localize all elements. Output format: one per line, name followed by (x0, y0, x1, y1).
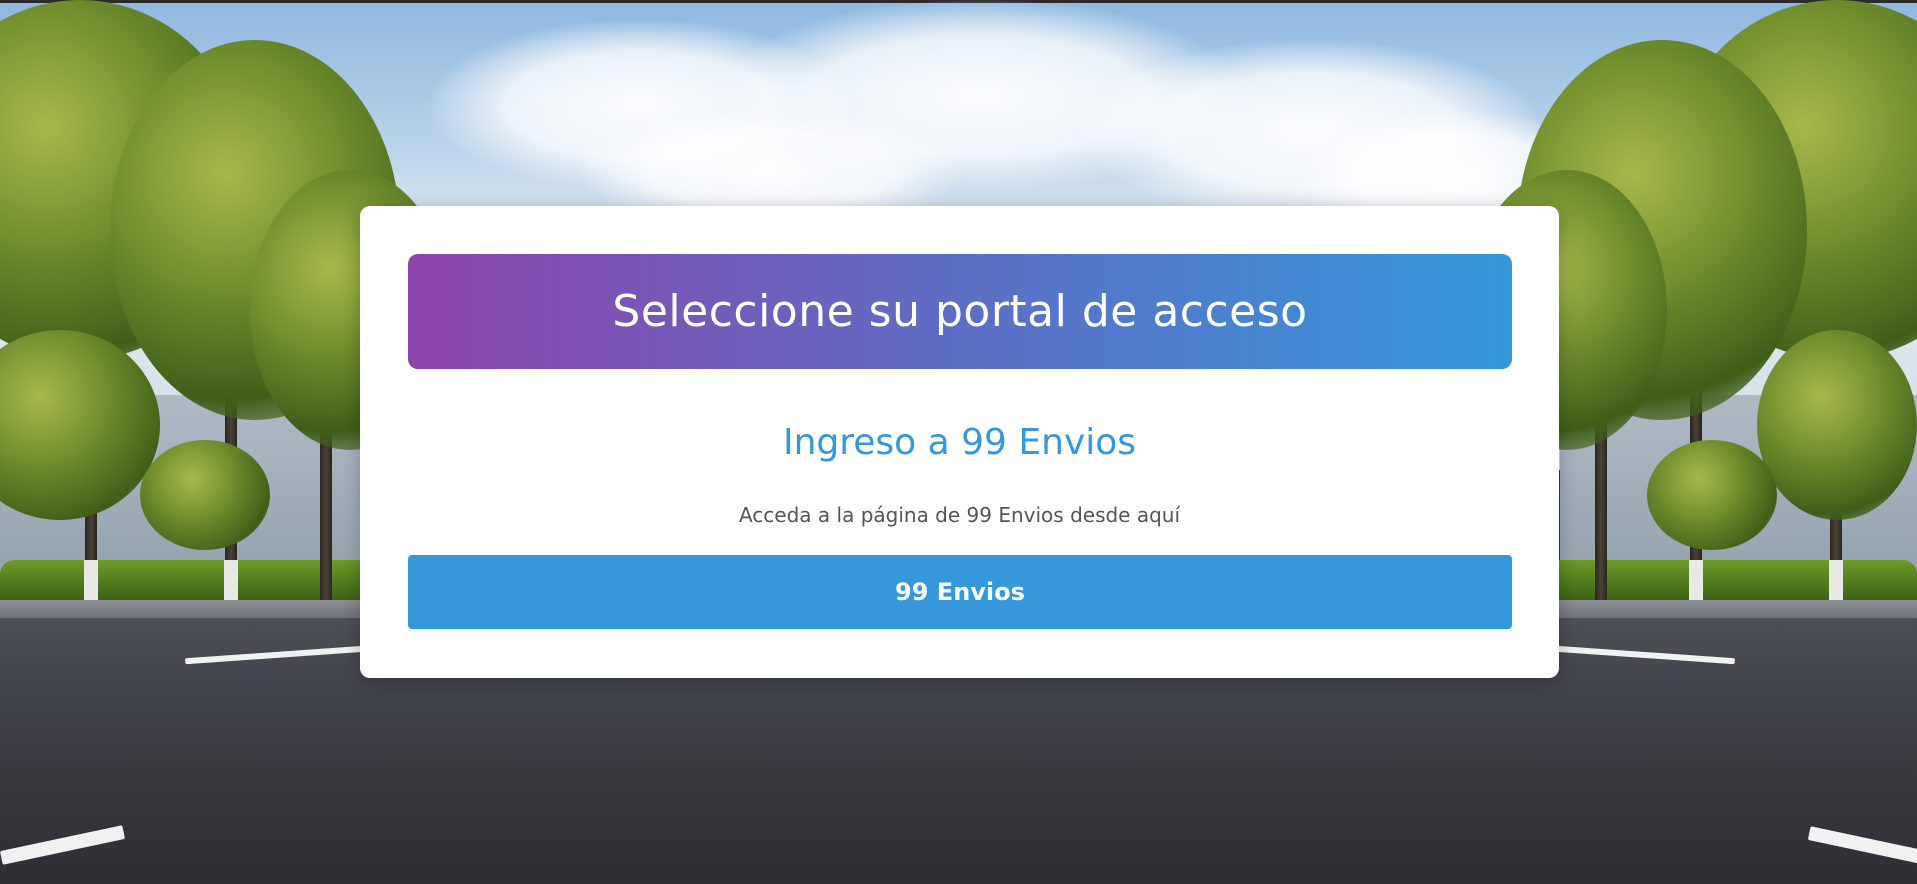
tree-canopy (1647, 440, 1777, 550)
portal-title: Ingreso a 99 Envios (782, 422, 1137, 463)
page-title: Seleccione su portal de acceso (612, 286, 1308, 337)
tree-base (1689, 560, 1703, 600)
tree-base (1829, 560, 1843, 600)
portal-description: Acceda a la página de 99 Envios desde aq… (738, 503, 1181, 527)
tree-canopy (140, 440, 270, 550)
portal-card: Seleccione su portal de acceso Ingreso a… (360, 206, 1559, 678)
page: Seleccione su portal de acceso Ingreso a… (0, 0, 1917, 884)
tree-canopy (1757, 330, 1917, 520)
tree-base (224, 560, 238, 600)
tree-base (84, 560, 98, 600)
portal-access-button[interactable]: 99 Envios (408, 555, 1512, 629)
header-banner: Seleccione su portal de acceso (408, 254, 1512, 369)
